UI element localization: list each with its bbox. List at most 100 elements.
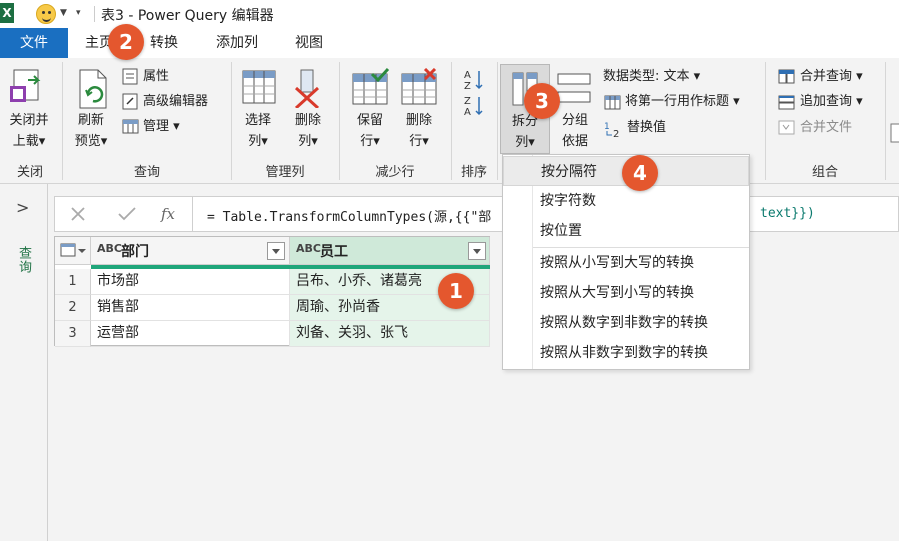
replace-values-icon: 1 2 bbox=[604, 122, 619, 138]
refresh-label-1: 刷新 bbox=[77, 113, 104, 128]
svg-text:2: 2 bbox=[613, 129, 619, 138]
svg-text:A: A bbox=[464, 107, 471, 116]
append-queries-label: 追加查询 ▾ bbox=[800, 94, 863, 109]
chevron-down-icon[interactable]: ▼ bbox=[60, 8, 67, 18]
row-number: 1 bbox=[55, 269, 91, 295]
row-number: 2 bbox=[55, 295, 91, 321]
close-load-icon bbox=[10, 69, 41, 102]
column-header-department[interactable]: ABC 部门 bbox=[91, 237, 290, 265]
group-by-label-1: 分组 bbox=[561, 113, 588, 128]
row-number: 3 bbox=[55, 321, 91, 347]
text-type-icon[interactable]: ABC bbox=[296, 242, 321, 255]
svg-text:A: A bbox=[464, 70, 471, 81]
tab-add-column[interactable]: 添加列 bbox=[216, 28, 258, 58]
choose-columns-label-2: 列▾ bbox=[248, 134, 268, 149]
use-first-row-header-label: 将第一行用作标题 ▾ bbox=[625, 94, 740, 109]
table-menu-icon bbox=[60, 243, 86, 257]
combine-files-label: 合并文件 bbox=[800, 120, 853, 135]
table-header-icon bbox=[604, 95, 621, 110]
group-by-icon bbox=[557, 73, 591, 103]
data-type-dropdown[interactable]: 数据类型: 文本 ▾ bbox=[603, 67, 700, 87]
menu-item-by-position[interactable]: 按位置 bbox=[503, 216, 749, 246]
group-label-sort: 排序 bbox=[460, 165, 487, 180]
advanced-editor-label: 高级编辑器 bbox=[143, 94, 209, 109]
window-title: 表3 - Power Query 编辑器 bbox=[101, 8, 274, 24]
group-separator bbox=[62, 62, 63, 180]
column-filter-dropdown-icon[interactable] bbox=[267, 242, 285, 260]
group-separator bbox=[497, 62, 498, 180]
menu-item-by-number-of-chars[interactable]: 按字符数 bbox=[503, 186, 749, 216]
step-badge-3: 3 bbox=[524, 83, 560, 119]
data-grid: ABC 部门 ABC 员工 1 市场部 吕布、小乔、诸葛亮 2 销售部 周瑜、孙… bbox=[54, 236, 490, 347]
split-column-label-2: 列▾ bbox=[515, 135, 535, 150]
remove-columns-icon bbox=[294, 69, 320, 108]
ribbon: 关闭并 上载▾ 关闭 刷新 预览▾ 属性 高级编辑器 管理 ▾ 查询 选择 列▾… bbox=[0, 58, 899, 184]
group-separator bbox=[885, 62, 886, 180]
overflow-ribbon-icon[interactable] bbox=[890, 120, 899, 148]
table-menu-corner[interactable] bbox=[55, 237, 91, 265]
menu-item-lower-to-upper[interactable]: 按照从小写到大写的转换 bbox=[503, 248, 749, 278]
column-filter-dropdown-icon[interactable] bbox=[468, 242, 486, 260]
menu-item-upper-to-lower[interactable]: 按照从大写到小写的转换 bbox=[503, 278, 749, 308]
refresh-label-2: 预览▾ bbox=[74, 134, 108, 149]
formula-text-end[interactable]: text}}) bbox=[760, 206, 815, 221]
title-bar: X ▼ ▾ 表3 - Power Query 编辑器 bbox=[0, 0, 899, 28]
split-column-menu: 按分隔符 按字符数 按位置 按照从小写到大写的转换 按照从大写到小写的转换 按照… bbox=[502, 154, 750, 370]
table-cell[interactable]: 市场部 bbox=[91, 269, 290, 295]
formula-text[interactable]: = Table.TransformColumnTypes(源,{{"部 bbox=[207, 206, 491, 225]
function-fx-icon[interactable]: fx bbox=[159, 203, 181, 225]
merge-queries-label: 合并查询 ▾ bbox=[800, 69, 863, 84]
menu-item-nondigit-to-digit[interactable]: 按照从非数字到数字的转换 bbox=[503, 338, 749, 368]
chevron-right-icon[interactable]: > bbox=[16, 198, 29, 217]
step-badge-4: 4 bbox=[622, 155, 658, 191]
group-label-close: 关闭 bbox=[16, 165, 43, 180]
table-cell[interactable]: 销售部 bbox=[91, 295, 290, 321]
svg-text:1: 1 bbox=[604, 122, 610, 132]
column-name: 员工 bbox=[320, 244, 348, 260]
choose-columns-label-1: 选择 bbox=[244, 113, 271, 128]
sort-descending-icon: Z A bbox=[464, 96, 483, 116]
cancel-formula-icon[interactable] bbox=[69, 205, 87, 223]
sort-ascending-icon: A Z bbox=[464, 70, 483, 90]
group-label-manage-columns: 管理列 bbox=[265, 165, 305, 180]
quick-access-customize-icon[interactable]: ▾ bbox=[76, 8, 81, 18]
step-badge-2: 2 bbox=[108, 24, 144, 60]
text-type-icon[interactable]: ABC bbox=[97, 242, 122, 255]
svg-text:Z: Z bbox=[464, 81, 471, 90]
queries-pane-label[interactable]: 查询 bbox=[14, 246, 33, 274]
queries-pane-collapsed: > 查询 bbox=[0, 184, 48, 541]
table-cell[interactable]: 刘备、关羽、张飞 bbox=[290, 321, 490, 347]
formula-text-end-content: text}}) bbox=[760, 206, 815, 221]
remove-rows-icon bbox=[401, 68, 437, 105]
append-queries-icon bbox=[778, 95, 795, 110]
confirm-formula-icon[interactable] bbox=[117, 205, 137, 223]
group-label-combine: 组合 bbox=[811, 165, 838, 180]
tab-file[interactable]: 文件 bbox=[0, 28, 68, 58]
column-header-employee[interactable]: ABC 员工 bbox=[290, 237, 490, 265]
excel-logo-icon: X bbox=[0, 3, 14, 23]
menu-item-digit-to-nondigit[interactable]: 按照从数字到非数字的转换 bbox=[503, 308, 749, 338]
svg-text:Z: Z bbox=[464, 96, 471, 107]
group-separator bbox=[231, 62, 232, 180]
table-cell[interactable]: 运营部 bbox=[91, 321, 290, 347]
merge-queries-icon bbox=[778, 69, 795, 84]
group-separator bbox=[765, 62, 766, 180]
formula-bar: fx = Table.TransformColumnTypes(源,{{"部 t… bbox=[54, 196, 899, 232]
group-separator bbox=[451, 62, 452, 180]
tab-transform[interactable]: 转换 bbox=[150, 28, 178, 58]
keep-rows-label-2: 行▾ bbox=[360, 134, 380, 149]
close-load-label-1: 关闭并 bbox=[9, 113, 49, 128]
group-separator bbox=[339, 62, 340, 180]
keep-rows-label-1: 保留 bbox=[356, 113, 383, 128]
keep-rows-icon bbox=[352, 68, 390, 105]
group-label-reduce-rows: 减少行 bbox=[375, 165, 415, 180]
group-by-label-2: 依据 bbox=[561, 134, 588, 149]
smiley-feedback-icon[interactable] bbox=[36, 4, 56, 24]
table-manage-icon bbox=[122, 119, 139, 134]
remove-rows-label-2: 行▾ bbox=[409, 134, 429, 149]
remove-columns-label-2: 列▾ bbox=[298, 134, 318, 149]
properties-icon bbox=[122, 68, 138, 85]
tab-view[interactable]: 视图 bbox=[295, 28, 323, 58]
svg-text:fx: fx bbox=[160, 205, 176, 223]
formula-buttons: fx bbox=[55, 197, 193, 231]
